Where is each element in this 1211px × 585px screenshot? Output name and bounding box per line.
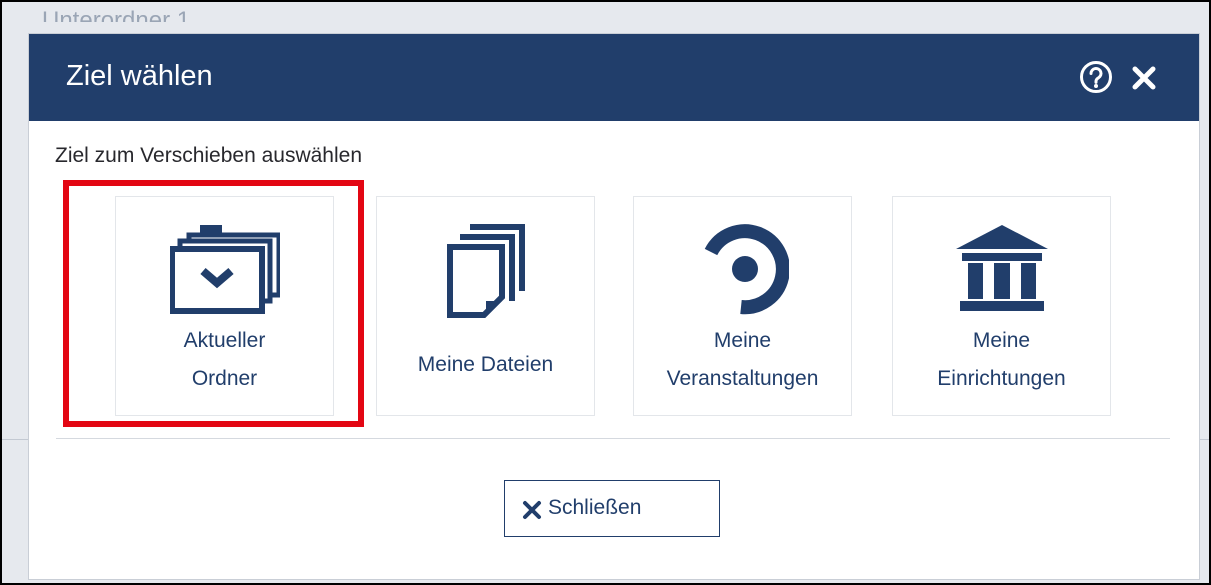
option-my-courses[interactable]: Meine Veranstaltungen (633, 196, 852, 416)
option-my-files[interactable]: Meine Dateien (376, 196, 595, 416)
help-icon[interactable] (1079, 60, 1113, 94)
dialog-subtitle: Ziel zum Verschieben auswählen (55, 144, 363, 167)
option-label: Einrichtungen (937, 367, 1066, 390)
close-x-icon (522, 500, 542, 520)
screenshot-frame: Unterordner 1 Ziel wählen Ziel zum Versc… (0, 0, 1211, 585)
close-button-label: Schließen (548, 496, 642, 519)
option-label: Veranstaltungen (666, 367, 819, 390)
option-label: Meine (972, 329, 1031, 352)
option-my-institutes[interactable]: Meine Einrichtungen (892, 196, 1111, 416)
dialog-title: Ziel wählen (66, 60, 213, 92)
dialog-header: Ziel wählen (29, 34, 1199, 121)
folder-stack-icon (116, 223, 333, 315)
option-label: Aktueller (183, 329, 266, 352)
background-divider (2, 439, 29, 440)
option-label: Ordner (191, 367, 258, 390)
seminar-icon (634, 223, 851, 315)
option-label: Meine Dateien (417, 353, 554, 376)
dialog-divider (56, 438, 1170, 439)
files-icon (377, 223, 594, 318)
choose-target-dialog: Ziel wählen Ziel zum Verschieben auswähl… (29, 34, 1199, 579)
option-current-folder[interactable]: Aktueller Ordner (115, 196, 334, 416)
background-folder-name: Unterordner 1 (42, 7, 191, 22)
close-icon[interactable] (1131, 65, 1157, 91)
background-divider (1199, 439, 1209, 440)
institution-icon (893, 223, 1110, 315)
close-button[interactable]: Schließen (504, 480, 720, 537)
option-label: Meine (713, 329, 772, 352)
